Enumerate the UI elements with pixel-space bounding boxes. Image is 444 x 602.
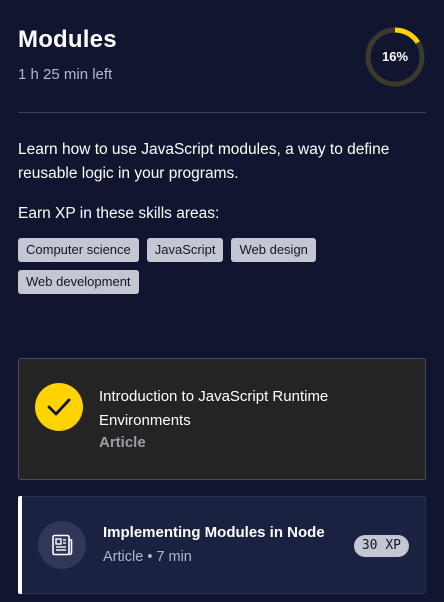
lesson-title: Introduction to JavaScript Runtime Envir… <box>99 388 329 429</box>
progress-ring: 16% <box>364 26 426 88</box>
skill-tag-web-development: Web development <box>18 270 139 294</box>
article-icon-badge <box>38 521 86 569</box>
article-icon <box>52 534 73 556</box>
completed-badge <box>35 383 83 431</box>
skill-tags: Computer science JavaScript Web design W… <box>18 238 418 294</box>
module-header: Modules 1 h 25 min left 16% <box>18 26 426 96</box>
skills-heading: Earn XP in these skills areas: <box>18 205 220 222</box>
header-divider <box>18 112 426 113</box>
progress-percent: 16% <box>381 49 409 64</box>
lesson-meta: Article • 7 min <box>103 549 192 565</box>
skill-tag-web-design: Web design <box>231 238 316 262</box>
lesson-type: Article <box>99 434 146 451</box>
skill-tag-computer-science: Computer science <box>18 238 139 262</box>
lesson-card-completed[interactable]: Introduction to JavaScript Runtime Envir… <box>18 358 426 480</box>
module-title: Modules <box>18 26 117 53</box>
xp-badge: 30 XP <box>353 535 409 557</box>
check-icon <box>47 398 71 416</box>
skill-tag-javascript: JavaScript <box>146 238 224 262</box>
current-lesson-indicator <box>18 496 22 594</box>
lesson-title: Implementing Modules in Node <box>103 524 325 541</box>
time-left-label: 1 h 25 min left <box>18 66 113 83</box>
module-description: Learn how to use JavaScript modules, a w… <box>18 141 390 182</box>
lesson-card-current[interactable]: Implementing Modules in Node Article • 7… <box>18 496 426 594</box>
